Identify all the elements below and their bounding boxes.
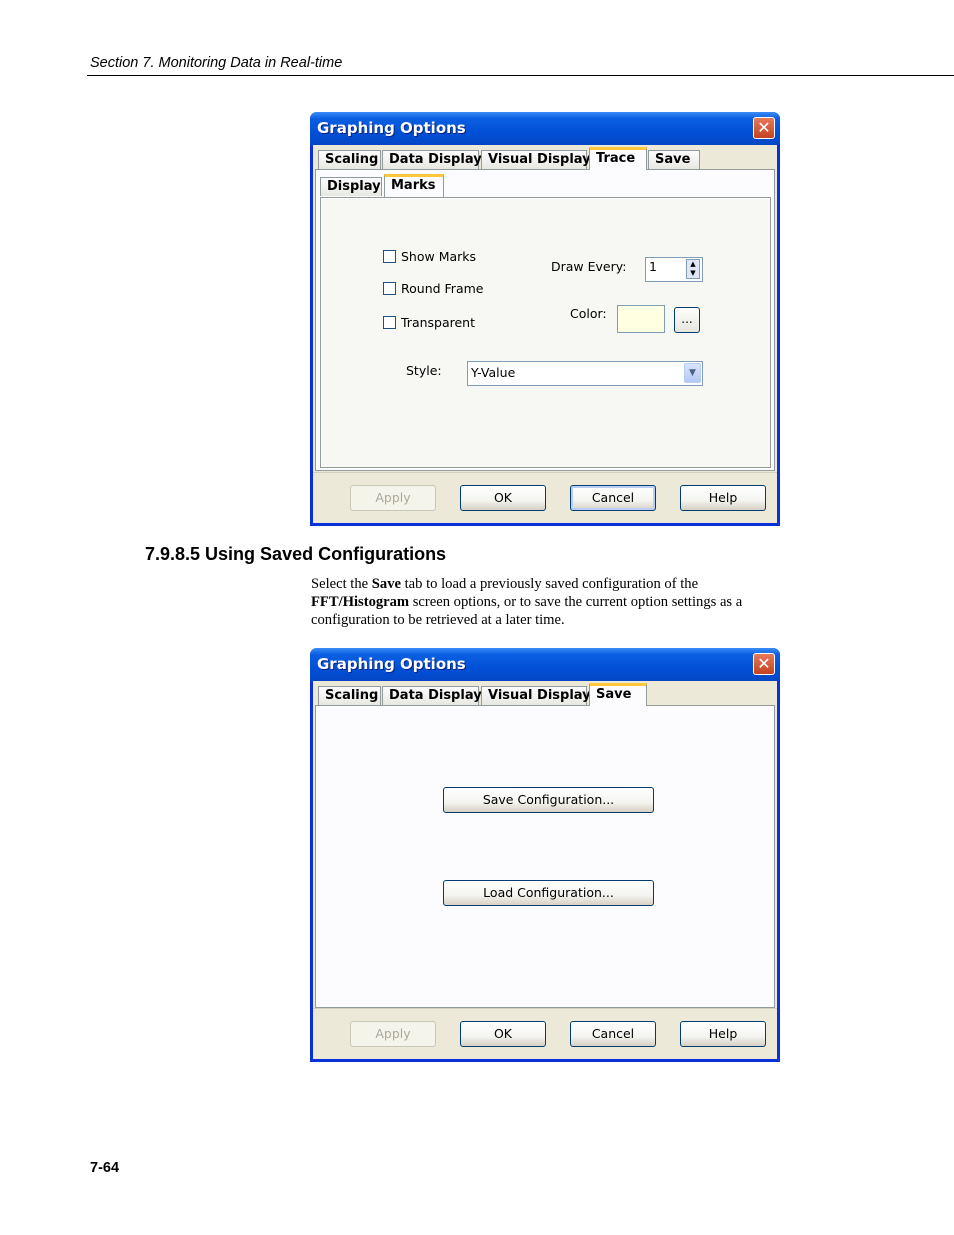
draw-every-value: 1	[649, 259, 657, 274]
apply-button[interactable]: Apply	[350, 1021, 436, 1047]
tab-visual-display[interactable]: Visual Display	[481, 150, 591, 169]
tab-save[interactable]: Save	[589, 683, 647, 706]
body-paragraph: Select the Save tab to load a previously…	[311, 575, 781, 629]
save-tab-panel: Save Configuration... Load Configuration…	[315, 705, 775, 1008]
tab-trace[interactable]: Trace	[589, 147, 647, 170]
tab-data-display[interactable]: Data Display	[382, 150, 482, 169]
dialog-button-bar: Apply OK Cancel Help	[313, 1008, 777, 1059]
save-configuration-button[interactable]: Save Configuration...	[443, 787, 654, 813]
round-frame-label: Round Frame	[401, 281, 484, 296]
tab-scaling[interactable]: Scaling	[318, 150, 381, 169]
trace-tab-panel: Display Marks Show Marks Round Frame Tra…	[315, 169, 775, 471]
para-text-1: Select the	[311, 576, 372, 592]
ok-button[interactable]: OK	[460, 1021, 546, 1047]
draw-every-label: Draw Every:	[551, 259, 627, 274]
spin-arrows-icon[interactable]: ▲ ▼	[686, 259, 700, 279]
marks-panel: Show Marks Round Frame Transparent Draw …	[320, 197, 771, 468]
style-label: Style:	[406, 363, 442, 378]
subtab-marks[interactable]: Marks	[384, 174, 444, 197]
tab-visual-display[interactable]: Visual Display	[481, 686, 591, 705]
page-number: 7-64	[90, 1160, 120, 1176]
para-bold-fft: FFT/Histogram	[311, 594, 410, 610]
dialog-title: Graphing Options	[317, 119, 466, 137]
subtab-display[interactable]: Display	[320, 177, 382, 196]
title-bar[interactable]: Graphing Options ✕	[310, 648, 780, 681]
apply-button[interactable]: Apply	[350, 485, 436, 511]
para-bold-save: Save	[371, 576, 401, 592]
close-button[interactable]: ✕	[753, 653, 775, 675]
style-value: Y-Value	[471, 365, 516, 380]
transparent-checkbox[interactable]	[383, 316, 396, 329]
dialog-title: Graphing Options	[317, 655, 466, 673]
help-button[interactable]: Help	[680, 1021, 766, 1047]
round-frame-checkbox[interactable]	[383, 282, 396, 295]
cancel-button[interactable]: Cancel	[570, 485, 656, 511]
color-picker-button[interactable]: ...	[674, 307, 700, 333]
color-swatch[interactable]	[617, 305, 665, 333]
graphing-options-dialog-trace: Graphing Options ✕ Scaling Data Display …	[310, 112, 780, 526]
close-icon: ✕	[757, 118, 771, 137]
para-text-2: tab to load a previously saved configura…	[400, 576, 699, 592]
style-select[interactable]: Y-Value ▼	[467, 361, 703, 386]
dialog-button-bar: Apply OK Cancel Help	[313, 472, 777, 523]
tab-data-display[interactable]: Data Display	[382, 686, 482, 705]
tab-save[interactable]: Save	[648, 150, 700, 169]
section-heading: 7.9.8.5 Using Saved Configurations	[145, 544, 447, 564]
show-marks-checkbox[interactable]	[383, 250, 396, 263]
tab-scaling[interactable]: Scaling	[318, 686, 381, 705]
help-button[interactable]: Help	[680, 485, 766, 511]
draw-every-input[interactable]: 1 ▲ ▼	[645, 257, 703, 282]
color-label: Color:	[570, 306, 607, 321]
cancel-button[interactable]: Cancel	[570, 1021, 656, 1047]
close-button[interactable]: ✕	[753, 117, 775, 139]
chevron-down-icon[interactable]: ▼	[684, 363, 701, 383]
graphing-options-dialog-save: Graphing Options ✕ Scaling Data Display …	[310, 648, 780, 1062]
transparent-label: Transparent	[401, 315, 476, 330]
header-rule	[87, 75, 954, 76]
show-marks-label: Show Marks	[401, 249, 477, 264]
main-tab-strip: Scaling Data Display Visual Display Save	[315, 683, 777, 706]
close-icon: ✕	[757, 654, 771, 673]
ok-button[interactable]: OK	[460, 485, 546, 511]
title-bar[interactable]: Graphing Options ✕	[310, 112, 780, 145]
running-head: Section 7. Monitoring Data in Real-time	[90, 55, 343, 71]
main-tab-strip: Scaling Data Display Visual Display Trac…	[315, 147, 777, 170]
sub-tab-strip: Display Marks	[320, 174, 760, 197]
load-configuration-button[interactable]: Load Configuration...	[443, 880, 654, 906]
